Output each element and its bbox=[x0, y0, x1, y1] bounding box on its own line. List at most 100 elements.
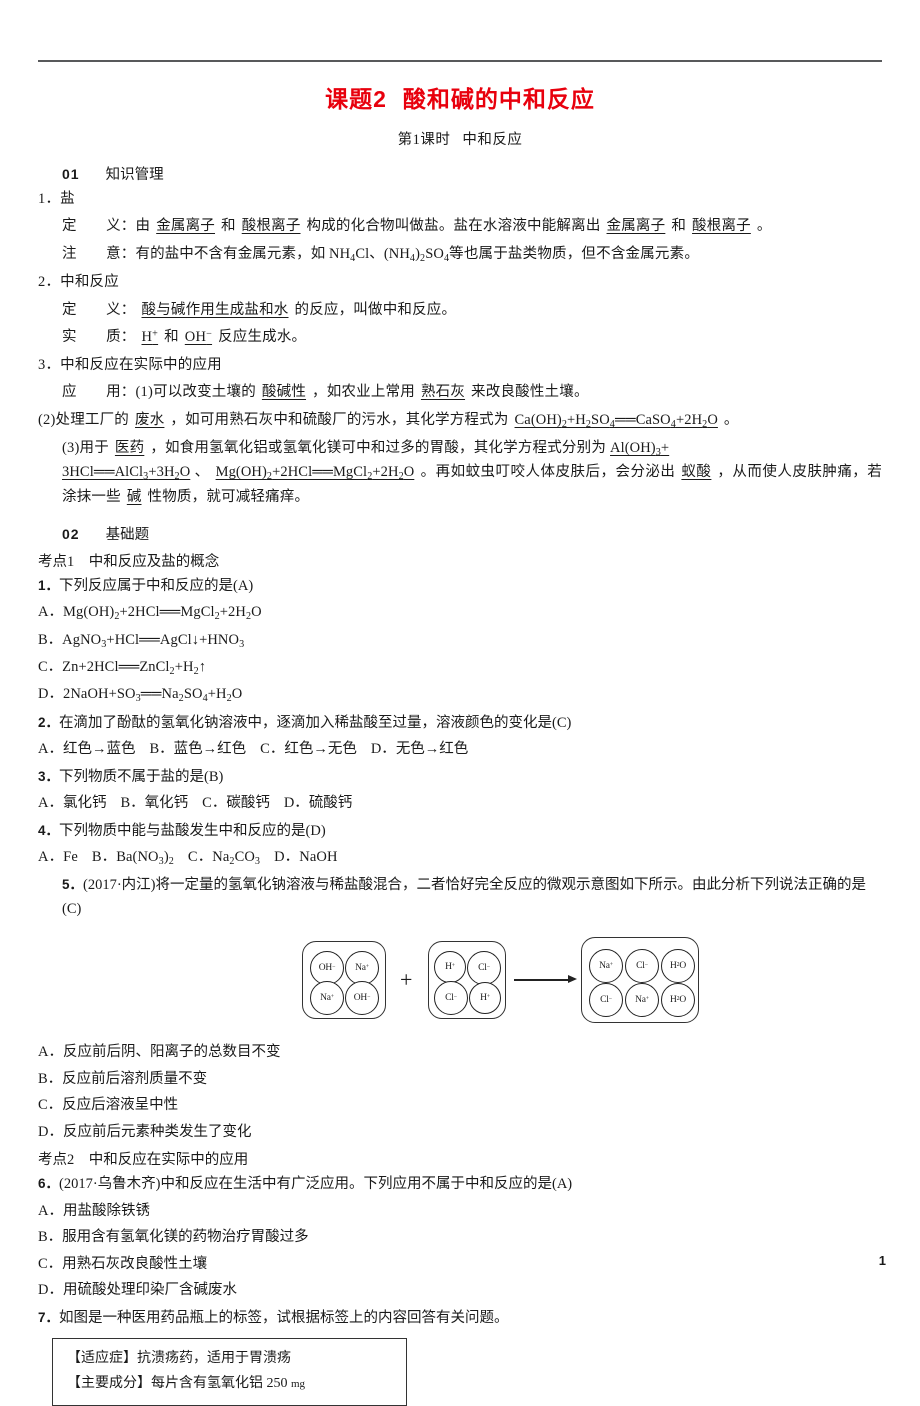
option-text-b[interactable]: 氧化钙 bbox=[145, 795, 189, 811]
option-label-d: D． bbox=[283, 795, 309, 812]
option-text-b[interactable]: Ba(NO3)2 bbox=[116, 849, 174, 867]
question-5-number: 5． bbox=[62, 877, 84, 893]
option-text: 用硫酸处理印染厂含碱废水 bbox=[62, 1282, 237, 1299]
question-1-option-b[interactable]: B．AgNO3+HCl══AgCl↓+HNO3 bbox=[38, 629, 882, 653]
kaodian-2-heading: 考点2 中和反应在实际中的应用 bbox=[38, 1152, 249, 1169]
question-3-options: A．氯化钙 B．氧化钙 C．碳酸钙 D．硫酸钙 bbox=[38, 792, 882, 815]
option-text-a[interactable]: Fe bbox=[63, 849, 78, 865]
molecule-na-1: Na + bbox=[345, 951, 379, 986]
option-label: C． bbox=[38, 1097, 63, 1114]
option-label-c: C． bbox=[260, 741, 285, 758]
option-text-a[interactable]: 红色→蓝色 bbox=[63, 741, 136, 757]
plus-sign: + bbox=[400, 967, 413, 993]
option-label-d: D． bbox=[370, 741, 396, 758]
option-text: 用熟石灰改良酸性土壤 bbox=[62, 1255, 208, 1272]
item-title-applications: 3．中和反应在实际中的应用 bbox=[38, 356, 222, 373]
option-text: 反应前后阴、阳离子的总数目不变 bbox=[62, 1044, 281, 1061]
option-text: 反应后溶液呈中性 bbox=[62, 1097, 179, 1114]
option-text-c[interactable]: Na2CO3 bbox=[212, 849, 260, 867]
question-5-option-d[interactable]: D．反应前后元素种类发生了变化 bbox=[38, 1121, 882, 1144]
note-text-d: SO bbox=[425, 245, 444, 262]
page-content: 课题2 酸和碱的中和反应 第1课时 中和反应 01 知识管理 1．盐 定 义：由 金属离… bbox=[38, 72, 882, 1406]
app3-sep: 、 bbox=[194, 464, 210, 481]
drug-label-unit: mg bbox=[291, 1377, 306, 1390]
question-6-option-d[interactable]: D．用硫酸处理印染厂含碱废水 bbox=[38, 1279, 882, 1302]
molecule-cl-3: Cl − bbox=[625, 949, 659, 984]
option-text-b[interactable]: 蓝色→红色 bbox=[174, 741, 247, 757]
option-text-d[interactable]: 无色→红色 bbox=[396, 741, 469, 757]
question-6-option-a[interactable]: A．用盐酸除铁锈 bbox=[38, 1200, 882, 1223]
option-text: Zn+2HCl══ZnCl2+H2↑ bbox=[62, 659, 207, 677]
option-text: 反应前后元素种类发生了变化 bbox=[62, 1123, 252, 1140]
answer-blank-acidity-alkalinity: 酸碱性 bbox=[261, 384, 307, 401]
note-label: 注 意： bbox=[62, 245, 136, 262]
answer-blank-neutralization-def: 酸与碱作用生成盐和水 bbox=[141, 301, 289, 318]
option-text: 2NaOH+SO3══Na2SO4+H2O bbox=[62, 686, 243, 705]
question-6-option-b[interactable]: B．服用含有氢氧化镁的药物治疗胃酸过多 bbox=[38, 1226, 882, 1249]
worksheet-page: 课题2 酸和碱的中和反应 第1课时 中和反应 01 知识管理 1．盐 定 义：由 金属离… bbox=[0, 0, 920, 1406]
page-title: 课题2 酸和碱的中和反应 bbox=[38, 80, 882, 114]
answer-blank-equation-calcium: Ca(OH)2+H2SO4══CaSO4+2H2O bbox=[514, 411, 718, 430]
option-label: B． bbox=[38, 1070, 63, 1087]
option-label-a: A． bbox=[38, 849, 64, 866]
reaction-arrow-line bbox=[514, 979, 570, 981]
option-text-c[interactable]: 红色→无色 bbox=[284, 741, 357, 757]
question-1-option-d[interactable]: D．2NaOH+SO3══Na2SO4+H2O bbox=[38, 683, 882, 707]
option-label: D． bbox=[38, 1282, 63, 1299]
option-text-d[interactable]: NaOH bbox=[299, 849, 337, 865]
answer-blank-slaked-lime: 熟石灰 bbox=[420, 384, 466, 401]
definition-mid-2: 构成的化合物叫做盐。盐在水溶液中能解离出 bbox=[306, 218, 601, 235]
option-label-b: B． bbox=[120, 795, 145, 812]
item-title-neutralization: 2．中和反应 bbox=[38, 274, 119, 291]
section-heading-basic: 02 基础题 bbox=[38, 523, 882, 544]
question-5-option-a[interactable]: A．反应前后阴、阳离子的总数目不变 bbox=[38, 1041, 882, 1064]
option-text: AgNO3+HCl══AgCl↓+HNO3 bbox=[62, 631, 245, 650]
essence-end: 反应生成水。 bbox=[218, 329, 307, 346]
definition-label: 定 义： bbox=[62, 218, 136, 235]
question-4-number: 4． bbox=[38, 822, 60, 838]
question-5-option-b[interactable]: B．反应前后溶剂质量不变 bbox=[38, 1068, 882, 1091]
section-title-02: 基础题 bbox=[105, 527, 150, 543]
option-label: A． bbox=[38, 1044, 63, 1061]
answer-blank-wastewater: 废水 bbox=[135, 411, 165, 428]
option-label: B． bbox=[38, 1229, 63, 1246]
question-1-text: 下列反应属于中和反应的是(A) bbox=[59, 578, 254, 594]
option-text-a[interactable]: 氯化钙 bbox=[63, 795, 107, 811]
answer-blank-acid-radical-2: 酸根离子 bbox=[692, 218, 751, 235]
molecule-h-2: H + bbox=[469, 982, 501, 1015]
app2-end: 。 bbox=[723, 411, 739, 428]
definition-mid-3: 和 bbox=[671, 218, 687, 235]
question-1-option-a[interactable]: A．Mg(OH)2+2HCl══MgCl2+2H2O bbox=[38, 601, 882, 625]
question-7: 7．如图是一种医用药品瓶上的标签，试根据标签上的内容回答有关问题。 bbox=[38, 1307, 882, 1330]
molecule-oh-1: OH − bbox=[310, 951, 344, 986]
question-5: 5．(2017·内江)将一定量的氢氧化钠溶液与稀盐酸混合，二者恰好完全反应的微观… bbox=[38, 874, 882, 921]
drug-label-box: 【适应症】抗溃疡药，适用于胃溃疡 【主要成分】每片含有氢氧化铝 250 mg bbox=[52, 1338, 407, 1406]
option-text-c[interactable]: 碳酸钙 bbox=[226, 795, 270, 811]
app2-pre: (2)处理工厂的 bbox=[38, 411, 130, 428]
diagram-group-products: Na + Cl − H2O Cl − Na + H2O bbox=[581, 937, 699, 1024]
question-6: 6．(2017·乌鲁木齐)中和反应在生活中有广泛应用。下列应用不属于中和反应的是… bbox=[38, 1173, 882, 1196]
answer-blank-equation-magnesium: Mg(OH)2+2HCl══MgCl2+2H2O bbox=[215, 464, 415, 483]
option-label: D． bbox=[38, 686, 63, 703]
question-7-text: 如图是一种医用药品瓶上的标签，试根据标签上的内容回答有关问题。 bbox=[59, 1309, 509, 1326]
option-label-b: B． bbox=[91, 849, 117, 866]
section-number-01: 01 bbox=[62, 166, 80, 182]
section-title-01: 知识管理 bbox=[105, 167, 164, 183]
question-5-option-c[interactable]: C．反应后溶液呈中性 bbox=[38, 1094, 882, 1117]
neutralization-essence-line: 实 质： H+ 和 OH− 反应生成水。 bbox=[38, 326, 882, 349]
section-heading-knowledge: 01 知识管理 bbox=[38, 163, 882, 184]
option-text-d[interactable]: 硫酸钙 bbox=[309, 795, 353, 811]
drug-label-indication: 【适应症】抗溃疡药，适用于胃溃疡 bbox=[67, 1351, 291, 1367]
question-6-option-c[interactable]: C．用熟石灰改良酸性土壤 bbox=[38, 1253, 882, 1276]
app3-mid: ，如食用氢氧化铝或氢氧化镁可中和过多的胃酸，其化学方程式分别为 bbox=[150, 439, 607, 456]
question-5-text: (2017·内江)将一定量的氢氧化钠溶液与稀盐酸混合，二者恰好完全反应的微观示意… bbox=[62, 877, 866, 917]
kaodian-1-heading: 考点1 中和反应及盐的概念 bbox=[38, 554, 220, 570]
essence-mid: 和 bbox=[164, 329, 179, 346]
reaction-arrow-head bbox=[568, 975, 577, 984]
question-7-number: 7． bbox=[38, 1309, 60, 1325]
question-1-option-c[interactable]: C．Zn+2HCl══ZnCl2+H2↑ bbox=[38, 656, 882, 680]
option-label: A． bbox=[38, 604, 63, 621]
app1-end: 来改良酸性土壤。 bbox=[471, 384, 589, 401]
essence-label: 实 质： bbox=[62, 329, 136, 346]
question-6-text: (2017·乌鲁木齐)中和反应在生活中有广泛应用。下列应用不属于中和反应的是(A… bbox=[59, 1176, 573, 1193]
